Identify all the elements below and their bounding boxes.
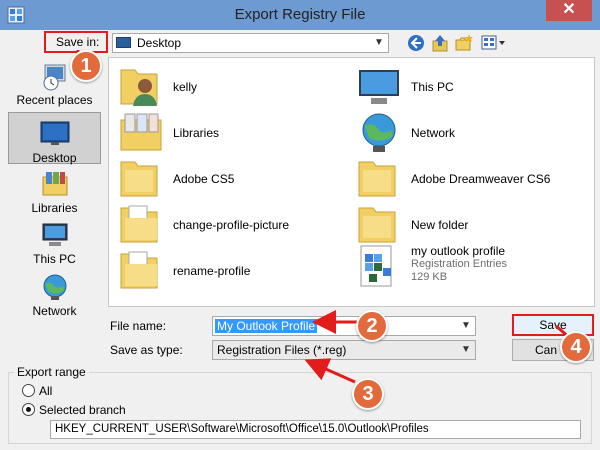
folder-icon [120,161,158,197]
recent-places-icon [43,64,65,91]
place-libraries[interactable]: Libraries [8,169,101,221]
place-label: Libraries [31,201,78,215]
step-3-badge: 3 [352,378,384,410]
file-name: Adobe Dreamweaver CS6 [411,172,551,186]
file-item-adobe-dreamweaver-cs6[interactable]: Adobe Dreamweaver CS6 [355,156,595,200]
export-range-legend: Export range [14,365,89,379]
save-as-type-label: Save as type: [110,343,183,357]
file-name-field[interactable]: My Outlook Profile ▼ [212,316,476,336]
desktop-icon [116,37,131,48]
file-item-adobe-cs5[interactable]: Adobe CS5 [117,156,357,200]
file-name: This PC [411,80,454,94]
this-pc-icon [42,223,67,246]
place-network[interactable]: Network [8,272,101,324]
folder-icon [120,205,158,243]
radio-all[interactable] [22,384,35,397]
file-item-libraries[interactable]: Libraries [117,110,357,154]
close-button[interactable]: ✕ [546,0,592,21]
file-name: Libraries [173,126,220,140]
view-menu-icon[interactable] [480,33,508,53]
radio-selected-branch-label: Selected branch [39,403,126,417]
this-pc-icon [359,70,399,104]
window-title: Export Registry File [234,6,366,23]
chevron-down-icon[interactable]: ▼ [459,317,473,335]
chevron-down-icon[interactable]: ▼ [459,341,473,359]
libraries-icon [120,113,162,151]
folder-icon [120,251,158,289]
network-icon [43,274,66,300]
location-dropdown[interactable]: Desktop ▼ [112,33,389,53]
file-name: rename-profile [173,264,251,278]
network-icon [362,113,396,152]
up-folder-icon[interactable] [430,33,450,53]
branch-path-field[interactable]: HKEY_CURRENT_USER\Software\Microsoft\Off… [50,420,581,439]
file-item-my-outlook-profile[interactable]: my outlook profile Registration Entries … [355,244,595,294]
folder-icon [358,207,396,243]
place-label: Desktop [32,151,77,165]
radio-selected-branch[interactable] [22,403,35,416]
file-type: Registration Entries [411,258,507,270]
place-label: Network [32,304,77,318]
file-item-this-pc[interactable]: This PC [355,64,595,108]
file-name: Network [411,126,456,140]
place-label: Recent places [16,93,93,107]
back-icon[interactable] [406,33,426,53]
step-4-badge: 4 [560,331,592,363]
title-bar: Export Registry File ✕ [0,0,600,30]
file-name: kelly [173,80,198,94]
place-this-pc[interactable]: This PC [8,220,101,272]
file-name: Adobe CS5 [173,172,235,186]
file-name: change-profile-picture [173,218,290,232]
places-bar: Recent places Desktop Libraries This PC … [8,57,101,327]
user-folder-icon [120,69,158,106]
save-in-label: Save in: [44,31,108,53]
file-item-new-folder[interactable]: New folder [355,202,595,246]
step-2-badge: 2 [356,310,388,342]
location-value: Desktop [137,36,182,50]
save-as-type-value: Registration Files (*.reg) [217,343,347,357]
file-item-change-profile-picture[interactable]: change-profile-picture [117,202,357,246]
file-item-network[interactable]: Network [355,110,595,154]
libraries-icon [42,172,67,196]
place-desktop[interactable]: Desktop [8,112,101,165]
desktop-icon [40,121,69,145]
file-name: my outlook profile [411,244,506,258]
file-name: New folder [411,218,469,232]
file-size: 129 KB [411,271,448,283]
save-as-type-dropdown[interactable]: Registration Files (*.reg) ▼ [212,340,476,360]
file-name-value: My Outlook Profile [215,319,318,333]
chevron-down-icon[interactable]: ▼ [372,34,386,52]
folder-icon [358,161,396,197]
file-name-label: File name: [110,319,167,333]
file-item-kelly[interactable]: kelly [117,64,357,108]
new-folder-icon[interactable] [454,33,474,53]
file-item-rename-profile[interactable]: rename-profile [117,248,357,292]
file-list[interactable]: kelly This PC Libraries Network Adobe CS… [108,57,595,307]
radio-all-label: All [39,384,53,398]
place-label: This PC [33,252,76,266]
registry-file-icon [360,245,392,287]
step-1-badge: 1 [70,50,102,82]
